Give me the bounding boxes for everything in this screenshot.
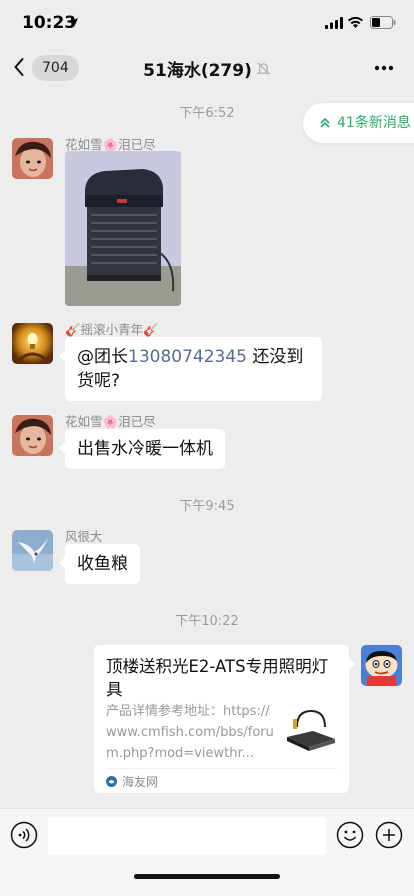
chat-input-bar xyxy=(0,808,414,896)
link-card-thumbnail xyxy=(283,701,339,757)
sender-name: 风很大 xyxy=(65,529,103,544)
new-messages-label: 41条新消息 xyxy=(337,115,411,131)
double-chevron-up-icon xyxy=(320,117,330,128)
text-message[interactable]: 收鱼粮 xyxy=(59,544,140,584)
plus-icon[interactable] xyxy=(375,821,403,849)
sender-name: 花如雪🌸泪已尽 xyxy=(65,414,156,429)
phone-number-link[interactable]: 13080742345 xyxy=(128,347,247,367)
avatar[interactable] xyxy=(12,530,53,571)
link-card-source: 海友网 xyxy=(122,775,159,789)
chat-nav-bar: 704 51海水(279) xyxy=(0,48,414,88)
emoji-icon[interactable] xyxy=(336,821,364,849)
link-card-title: 顶楼送积光E2-ATS专用照明灯具 xyxy=(106,657,329,699)
message-text: 收鱼粮 xyxy=(77,554,128,574)
battery-icon xyxy=(370,16,396,29)
my-avatar[interactable] xyxy=(361,645,402,686)
timestamp-divider: 下午9:45 xyxy=(179,499,235,514)
new-messages-button[interactable]: 41条新消息 xyxy=(303,103,414,143)
text-message[interactable]: 出售水冷暖一体机 xyxy=(59,429,225,469)
home-indicator[interactable] xyxy=(134,874,280,879)
sender-name: 🎸摇滚小青年🎸 xyxy=(65,322,159,337)
wifi-icon xyxy=(348,16,363,28)
signal-icon xyxy=(325,17,343,29)
source-app-icon xyxy=(106,776,117,787)
message-input[interactable] xyxy=(48,817,326,855)
image-message[interactable] xyxy=(65,151,181,306)
status-time: 10:23 xyxy=(22,13,77,33)
mention-text: @团长 xyxy=(77,347,128,367)
more-options-icon[interactable] xyxy=(370,54,398,82)
chat-title: 51海水(279) xyxy=(143,61,252,81)
message-text: 出售水冷暖一体机 xyxy=(77,439,213,459)
avatar[interactable] xyxy=(12,138,53,179)
location-arrow-icon xyxy=(70,18,78,26)
bell-slash-icon xyxy=(256,62,271,75)
avatar[interactable] xyxy=(12,323,53,364)
avatar[interactable] xyxy=(12,415,53,456)
voice-icon[interactable] xyxy=(10,821,38,849)
status-bar: 10:23 xyxy=(0,0,414,48)
link-card-message[interactable]: 顶楼送积光E2-ATS专用照明灯具 产品详情参考地址：https://www.c… xyxy=(94,645,355,793)
timestamp-divider: 下午10:22 xyxy=(175,614,239,629)
link-card-description: 产品详情参考地址：https://www.cmfish.com/bbs/foru… xyxy=(106,704,274,761)
text-message[interactable]: @团长13080742345 还没到货呢? xyxy=(59,337,322,401)
